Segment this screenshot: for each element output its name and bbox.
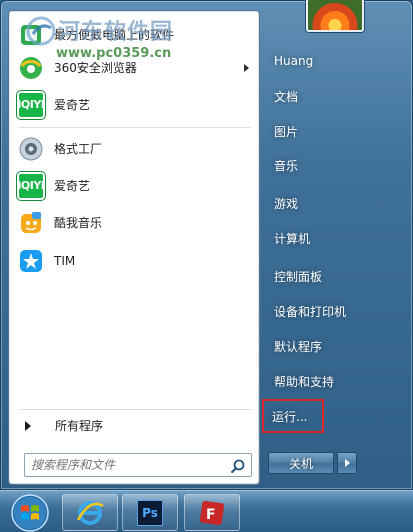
program-item-tim[interactable]: TIM — [13, 243, 257, 278]
all-programs-label: 所有程序 — [55, 419, 104, 433]
program-item-iqiyi[interactable]: iQIYI 爱奇艺 — [13, 168, 257, 203]
all-programs-button[interactable]: 所有程序 — [13, 413, 257, 438]
taskbar-photoshop[interactable]: Ps — [122, 494, 178, 531]
user-picture[interactable] — [306, 0, 364, 32]
search-box[interactable] — [24, 453, 252, 477]
right-item-run[interactable]: 运行... — [262, 399, 324, 433]
iqiyi-icon: iQIYI — [17, 171, 45, 200]
start-button[interactable] — [2, 492, 58, 532]
program-item-iqiyi[interactable]: iQIYI 爱奇艺 — [13, 87, 257, 122]
separator — [19, 409, 251, 410]
program-label: TIM — [54, 253, 76, 268]
submenu-arrow-icon — [244, 63, 249, 72]
program-label: 爱奇艺 — [54, 179, 91, 193]
filezilla-icon: F — [199, 500, 225, 525]
program-label: 酷我音乐 — [54, 216, 103, 230]
right-item-computer[interactable]: 计算机 — [266, 223, 406, 253]
photoshop-icon: Ps — [137, 499, 163, 526]
program-item-360-browser[interactable]: 360安全浏览器 — [13, 50, 257, 85]
right-item-games[interactable]: 游戏 — [266, 188, 406, 218]
program-item-kuwo-music[interactable]: 酷我音乐 — [13, 205, 257, 240]
right-item-control-panel[interactable]: 控制面板 — [266, 261, 406, 291]
shutdown-button[interactable]: 关机 — [268, 452, 334, 474]
right-item-documents[interactable]: 文档 — [266, 81, 406, 111]
internet-explorer-icon — [76, 500, 104, 525]
svg-text:F: F — [206, 507, 216, 523]
taskbar: Ps F — [0, 490, 413, 532]
shutdown-group: 关机 — [268, 452, 357, 474]
green-app-icon — [16, 20, 46, 50]
right-item-music[interactable]: 音乐 — [266, 150, 406, 180]
right-item-pictures[interactable]: 图片 — [266, 116, 406, 146]
arrow-right-icon — [344, 459, 350, 467]
program-item-format-factory[interactable]: 格式工厂 — [13, 131, 257, 166]
windows-logo-icon — [11, 493, 49, 532]
right-item-default-programs[interactable]: 默认程序 — [266, 331, 406, 361]
iqiyi-icon: iQIYI — [17, 90, 45, 119]
separator — [19, 127, 251, 128]
right-item-help-support[interactable]: 帮助和支持 — [266, 366, 406, 396]
program-label: 360安全浏览器 — [54, 61, 137, 75]
expand-arrow-icon — [25, 420, 31, 431]
tim-icon — [16, 246, 46, 276]
programs-panel: 最方便截电脑上的软件 360安全浏览器 iQIYI 爱奇艺 格式工厂 iQIYI… — [8, 10, 260, 485]
program-item-pinned-app[interactable]: 最方便截电脑上的软件 — [13, 17, 257, 52]
kuwo-music-icon — [16, 208, 46, 238]
taskbar-filezilla[interactable]: F — [184, 494, 240, 531]
search-input[interactable] — [31, 458, 227, 472]
format-factory-icon — [16, 134, 46, 164]
shutdown-options-button[interactable] — [337, 452, 357, 474]
program-label: 最方便截电脑上的软件 — [54, 28, 175, 42]
search-icon[interactable] — [230, 458, 246, 474]
program-label: 爱奇艺 — [54, 98, 91, 112]
program-label: 格式工厂 — [54, 142, 103, 156]
360-browser-icon — [16, 53, 46, 83]
right-item-user[interactable]: Huang — [266, 46, 406, 76]
right-item-devices-printers[interactable]: 设备和打印机 — [266, 296, 406, 326]
taskbar-internet-explorer[interactable] — [62, 494, 118, 531]
